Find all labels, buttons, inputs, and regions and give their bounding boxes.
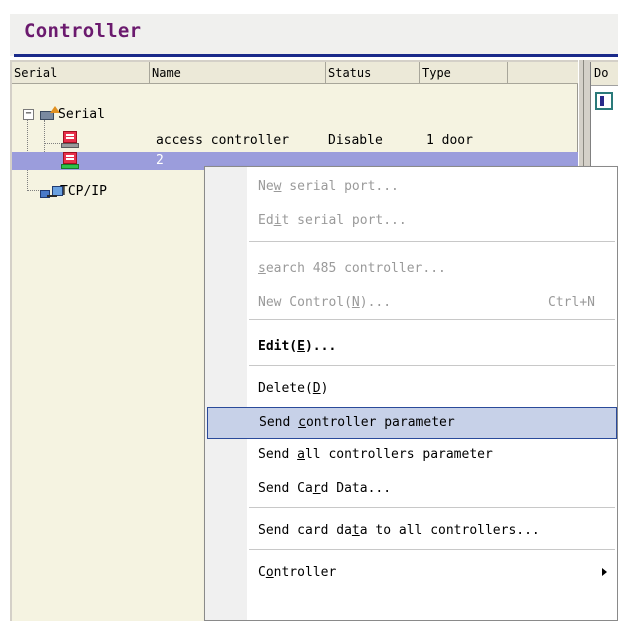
menu-item-new-serial-port[interactable]: New serial port... (205, 171, 617, 203)
menu-item-label: Edit(E)... (258, 339, 337, 354)
menu-item-send-all-controllers-parameter[interactable]: Send all controllers parameter (205, 439, 617, 471)
column-header-name[interactable]: Name (150, 62, 326, 84)
menu-item-label: Send card data to all controllers... (258, 523, 540, 538)
tree-node-label: Serial (58, 107, 105, 122)
column-header-status[interactable]: Status (326, 62, 420, 84)
menu-item-search-485-controller[interactable]: search 485 controller... (205, 253, 617, 285)
tree-node-label: TCP/IP (60, 184, 107, 199)
controller-name: 2 (156, 153, 164, 168)
controller-type: 1 door (426, 133, 473, 148)
menu-item-send-card-data-to-all-controllers[interactable]: Send card data to all controllers... (205, 515, 617, 547)
menu-item-label: Send all controllers parameter (258, 447, 493, 462)
menu-separator (249, 319, 615, 320)
menu-separator (249, 549, 615, 550)
controller-status: Disable (328, 133, 383, 148)
context-menu: New serial port... Edit serial port... sea… (204, 166, 618, 621)
column-header-serial[interactable]: Serial (12, 62, 150, 84)
column-header-type[interactable]: Type (420, 62, 508, 84)
menu-item-label: Controller (258, 565, 337, 580)
menu-item-send-card-data[interactable]: Send Card Data... (205, 473, 617, 505)
column-header-empty[interactable] (508, 62, 578, 84)
menu-item-label: Send controller parameter (259, 415, 455, 430)
controller-icon (61, 152, 79, 170)
menu-item-send-controller-parameter[interactable]: Send controller parameter (207, 407, 617, 439)
menu-item-label: New serial port... (258, 179, 399, 194)
tree-node-serial[interactable]: − Serial (12, 104, 578, 126)
menu-item-controller[interactable]: Controller (205, 557, 617, 589)
submenu-arrow-icon (602, 568, 607, 576)
column-header-row: Serial Name Status Type (12, 62, 578, 84)
menu-item-label: Delete(D) (258, 381, 329, 396)
collapse-icon[interactable]: − (23, 109, 34, 120)
title-underline (14, 54, 618, 57)
menu-item-edit-serial-port[interactable]: Edit serial port... (205, 205, 617, 237)
menu-item-label: New Control(N)... (258, 295, 392, 310)
menu-separator (249, 241, 615, 242)
menu-item-new-control-n[interactable]: New Control(N)... Ctrl+N (205, 287, 617, 319)
menu-separator (249, 365, 615, 366)
controller-row[interactable]: access controller Disable 1 door (12, 130, 578, 152)
serial-port-icon (38, 106, 60, 122)
menu-item-delete-d[interactable]: Delete(D) (205, 373, 617, 405)
controller-icon (61, 131, 79, 149)
window-title: Controller (24, 20, 142, 42)
menu-separator (249, 507, 615, 508)
menu-item-label: search 485 controller... (258, 261, 446, 276)
menu-item-label: Send Card Data... (258, 481, 392, 496)
door-panel-header[interactable]: Do (591, 62, 618, 86)
controller-name: access controller (156, 133, 290, 148)
door-icon[interactable] (595, 92, 613, 110)
menu-item-edit-e[interactable]: Edit(E)... (205, 331, 617, 363)
menu-item-label: Edit serial port... (258, 213, 407, 228)
menu-item-shortcut: Ctrl+N (548, 295, 595, 310)
